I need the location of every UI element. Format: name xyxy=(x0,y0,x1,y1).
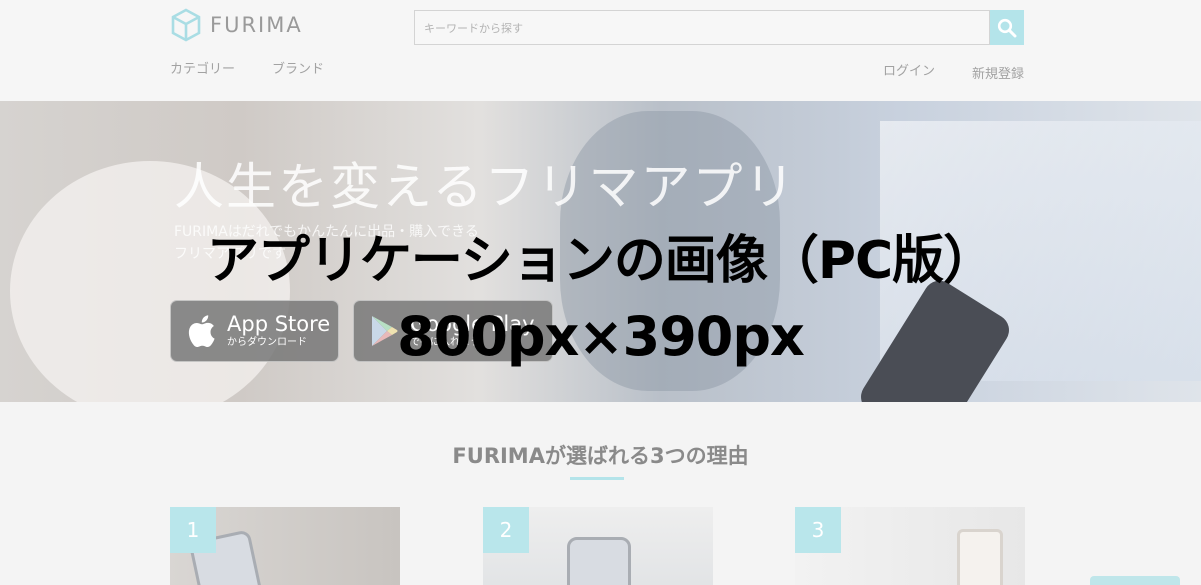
reason-card-2: 2 xyxy=(483,507,713,585)
reason-number-3: 3 xyxy=(795,507,841,553)
site-header: FURIMA キーワードから探す カテゴリー ブランド ログイン 新規登録 xyxy=(0,0,1201,101)
logo[interactable]: FURIMA xyxy=(170,8,303,42)
box-logo-icon xyxy=(171,8,201,42)
placeholder-title: アプリケーションの画像（PC版） xyxy=(206,231,995,291)
hero-title: 人生を変えるフリマアプリ xyxy=(174,158,797,216)
category-nav: カテゴリー ブランド xyxy=(170,58,324,77)
signup-link[interactable]: 新規登録 xyxy=(972,63,1024,82)
logo-text: FURIMA xyxy=(210,13,303,37)
nav-brand[interactable]: ブランド xyxy=(272,58,324,77)
placeholder-size: 800px×390px xyxy=(397,305,805,368)
search-button[interactable] xyxy=(990,10,1024,45)
card-phone-image xyxy=(567,537,631,585)
nav-category[interactable]: カテゴリー xyxy=(170,58,235,77)
reason-card-1: 1 xyxy=(170,507,400,585)
account-nav: ログイン 新規登録 xyxy=(883,60,1024,82)
search-icon xyxy=(997,18,1017,37)
search-bar: キーワードから探す xyxy=(414,10,1024,45)
reason-number-2: 2 xyxy=(483,507,529,553)
login-link[interactable]: ログイン xyxy=(883,60,935,79)
card-cup-image xyxy=(957,529,1003,585)
reason-number-1: 1 xyxy=(170,507,216,553)
reason-card-3: 3 xyxy=(795,507,1025,585)
reasons-title-underline xyxy=(570,477,624,480)
search-input[interactable]: キーワードから探す xyxy=(414,10,990,45)
page-corner-tab[interactable] xyxy=(1090,576,1180,585)
reasons-title: FURIMAが選ばれる3つの理由 xyxy=(452,444,749,468)
